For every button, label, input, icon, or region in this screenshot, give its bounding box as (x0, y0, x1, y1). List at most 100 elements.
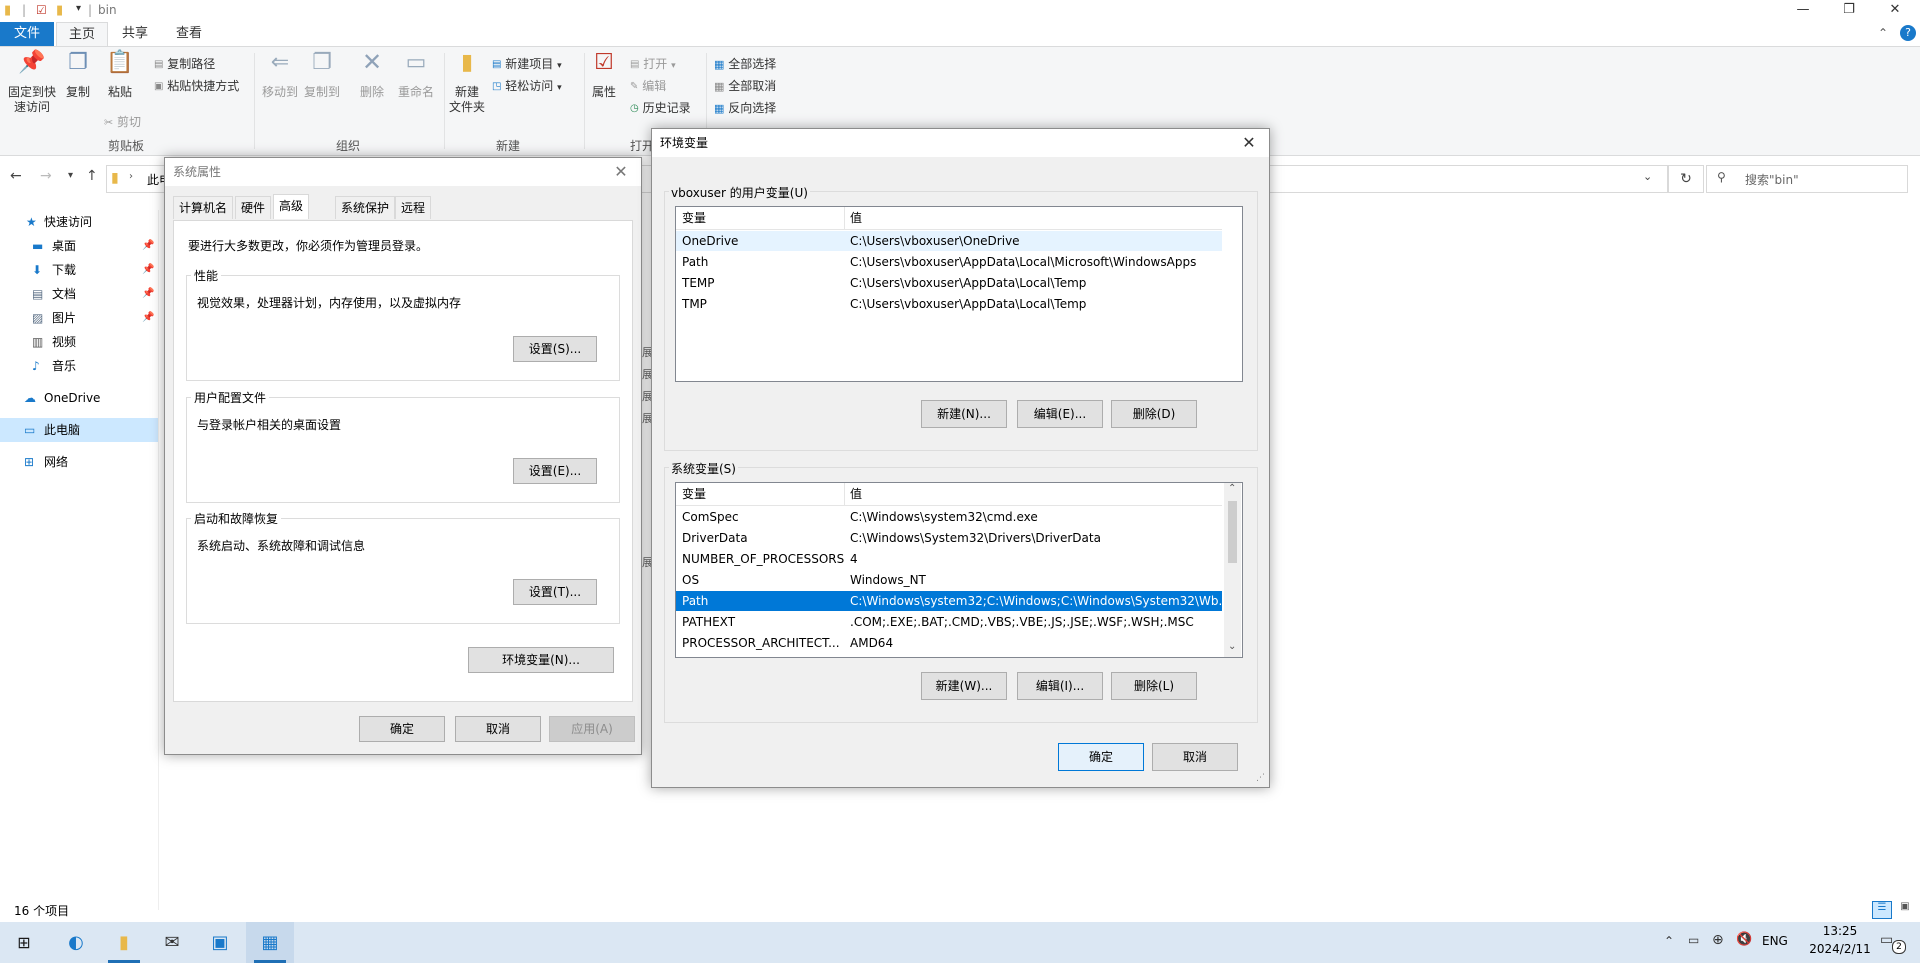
ok-button[interactable]: 确定 (359, 716, 445, 742)
column-header-variable[interactable]: 变量 (682, 207, 706, 229)
nav-item-pictures[interactable]: ▨ 图片 📌 (0, 306, 158, 330)
details-view-icon[interactable]: ☰ (1872, 901, 1892, 919)
scroll-down-icon[interactable]: ⌄ (1228, 641, 1236, 652)
table-row[interactable]: PROCESSOR_ARCHITECT... AMD64 (676, 633, 1222, 653)
system-edit-button[interactable]: 编辑(I)... (1017, 672, 1103, 700)
system-delete-button[interactable]: 删除(L) (1111, 672, 1197, 700)
collapse-ribbon-icon[interactable]: ⌃ (1878, 26, 1888, 40)
tab-view[interactable]: 查看 (164, 22, 214, 46)
edge-browser-icon[interactable]: ◐ (52, 922, 100, 963)
table-row[interactable]: Path C:\Users\vboxuser\AppData\Local\Mic… (676, 252, 1222, 272)
edit-button[interactable]: ✎ 编辑 (630, 76, 666, 96)
tab-file[interactable]: 文件 (0, 22, 54, 46)
tab-share[interactable]: 共享 (110, 22, 160, 46)
clock-date[interactable]: 2024/2/11 (1800, 942, 1880, 956)
system-new-button[interactable]: 新建(W)... (921, 672, 1007, 700)
table-row-selected[interactable]: Path C:\Windows\system32;C:\Windows;C:\W… (676, 591, 1230, 611)
system-properties-icon[interactable]: ▦ (246, 922, 294, 963)
nav-item-videos[interactable]: ▥ 视频 (0, 330, 158, 354)
tab-hardware[interactable]: 硬件 (235, 196, 272, 219)
performance-settings-button[interactable]: 设置(S)... (513, 336, 597, 362)
network-tray-icon[interactable]: ▭ (1688, 933, 1699, 947)
startup-settings-button[interactable]: 设置(T)... (513, 579, 597, 605)
properties-quick-icon[interactable]: ☑ (36, 3, 47, 17)
cancel-button[interactable]: 取消 (455, 716, 541, 742)
paste-shortcut-button[interactable]: ▣ 粘贴快捷方式 (154, 76, 239, 96)
cut-button[interactable]: ✂ 剪切 (104, 112, 141, 132)
tab-advanced[interactable]: 高级 (273, 194, 310, 219)
environment-variables-button[interactable]: 环境变量(N)... (468, 647, 614, 673)
column-header-variable[interactable]: 变量 (682, 483, 706, 505)
move-to-button[interactable]: ⇐ 移动到 (260, 52, 300, 100)
table-row[interactable]: TMP C:\Users\vboxuser\AppData\Local\Temp (676, 294, 1222, 314)
vertical-scrollbar[interactable]: ⌃ ⌄ (1224, 483, 1241, 657)
help-icon[interactable]: ? (1900, 25, 1916, 41)
rename-button[interactable]: ▭ 重命名 (394, 52, 438, 100)
nav-item-documents[interactable]: ▤ 文档 📌 (0, 282, 158, 306)
volume-muted-icon[interactable]: 🔇 (1736, 932, 1752, 947)
table-row[interactable]: ComSpec C:\Windows\system32\cmd.exe (676, 507, 1222, 527)
table-row[interactable]: DriverData C:\Windows\System32\Drivers\D… (676, 528, 1222, 548)
show-hidden-icons[interactable]: ⌃ (1664, 934, 1674, 948)
forward-arrow-icon[interactable]: → (40, 168, 52, 184)
file-explorer-icon[interactable]: ▮ (100, 922, 148, 963)
resize-grip-icon[interactable]: ⋰ (1256, 773, 1265, 783)
copy-path-button[interactable]: ▤ 复制路径 (154, 54, 215, 74)
properties-button[interactable]: ☑ 属性 (588, 52, 620, 100)
new-folder-button[interactable]: ▮ 新建 文件夹 (446, 52, 488, 115)
table-row[interactable]: PATHEXT .COM;.EXE;.BAT;.CMD;.VBS;.VBE;.J… (676, 612, 1222, 632)
input-language[interactable]: ENG (1762, 934, 1788, 948)
clock-time[interactable]: 13:25 (1808, 924, 1872, 938)
scrollbar-thumb[interactable] (1228, 501, 1237, 563)
mail-icon[interactable]: ✉ (148, 922, 196, 963)
tab-computer-name[interactable]: 计算机名 (173, 196, 234, 219)
new-folder-quick-icon[interactable]: ▮ (56, 3, 63, 18)
user-delete-button[interactable]: 删除(D) (1111, 400, 1197, 428)
search-input[interactable]: ⚲ 搜索"bin" (1706, 165, 1908, 193)
up-arrow-icon[interactable]: ↑ (86, 168, 98, 184)
delete-button[interactable]: ✕ 删除 (352, 50, 392, 100)
tab-home[interactable]: 主页 (56, 22, 109, 48)
apply-button[interactable]: 应用(A) (549, 716, 635, 742)
tab-remote[interactable]: 远程 (395, 196, 432, 219)
back-arrow-icon[interactable]: ← (10, 168, 22, 184)
table-row[interactable]: OneDrive C:\Users\vboxuser\OneDrive (676, 231, 1222, 251)
refresh-icon[interactable]: ↻ (1668, 165, 1704, 193)
profile-settings-button[interactable]: 设置(E)... (513, 458, 597, 484)
control-panel-icon[interactable]: ▣ (196, 922, 244, 963)
recent-locations-icon[interactable]: ▾ (68, 170, 73, 181)
invert-selection-button[interactable]: ▦ 反向选择 (714, 98, 776, 118)
nav-item-onedrive[interactable]: ☁ OneDrive (0, 386, 158, 410)
nav-item-downloads[interactable]: ⬇ 下载 📌 (0, 258, 158, 282)
cancel-button[interactable]: 取消 (1152, 743, 1238, 771)
globe-icon[interactable]: ⊕ (1712, 932, 1724, 948)
table-row[interactable]: TEMP C:\Users\vboxuser\AppData\Local\Tem… (676, 273, 1222, 293)
paste-button[interactable]: 📋 粘贴 (100, 52, 140, 100)
user-edit-button[interactable]: 编辑(E)... (1017, 400, 1103, 428)
new-item-button[interactable]: ▤ 新建项目 ▾ (492, 54, 562, 74)
nav-item-this-pc[interactable]: ▭ 此电脑 (0, 418, 158, 442)
large-icons-view-icon[interactable]: ▣ (1896, 901, 1914, 917)
maximize-button[interactable]: ❐ (1826, 0, 1872, 22)
close-icon[interactable]: ✕ (607, 158, 635, 186)
nav-item-quick-access[interactable]: ★ 快速访问 (0, 210, 158, 234)
nav-item-network[interactable]: ⊞ 网络 (0, 450, 158, 474)
minimize-button[interactable]: — (1780, 0, 1826, 22)
table-row[interactable]: OS Windows_NT (676, 570, 1222, 590)
copy-to-button[interactable]: ❐ 复制到 (302, 52, 342, 100)
close-button[interactable]: ✕ (1872, 0, 1918, 22)
start-windows-icon[interactable]: ⊞ (0, 922, 48, 963)
copy-button[interactable]: ❐ 复制 (60, 52, 96, 100)
select-all-button[interactable]: ▦ 全部选择 (714, 54, 776, 74)
close-icon[interactable]: ✕ (1235, 129, 1263, 157)
system-variables-list[interactable]: 变量 值 ComSpec C:\Windows\system32\cmd.exe… (675, 482, 1243, 658)
column-header-value[interactable]: 值 (850, 483, 862, 505)
history-button[interactable]: ◷ 历史记录 (630, 98, 691, 118)
column-header-value[interactable]: 值 (850, 207, 862, 229)
tab-system-protection[interactable]: 系统保护 (335, 196, 396, 219)
open-button[interactable]: ▤ 打开 ▾ (630, 54, 676, 74)
nav-item-music[interactable]: ♪ 音乐 (0, 354, 158, 378)
nav-item-desktop[interactable]: ▬ 桌面 📌 (0, 234, 158, 258)
chevron-down-icon[interactable]: ⌄ (1643, 170, 1652, 183)
select-none-button[interactable]: ▦ 全部取消 (714, 76, 776, 96)
